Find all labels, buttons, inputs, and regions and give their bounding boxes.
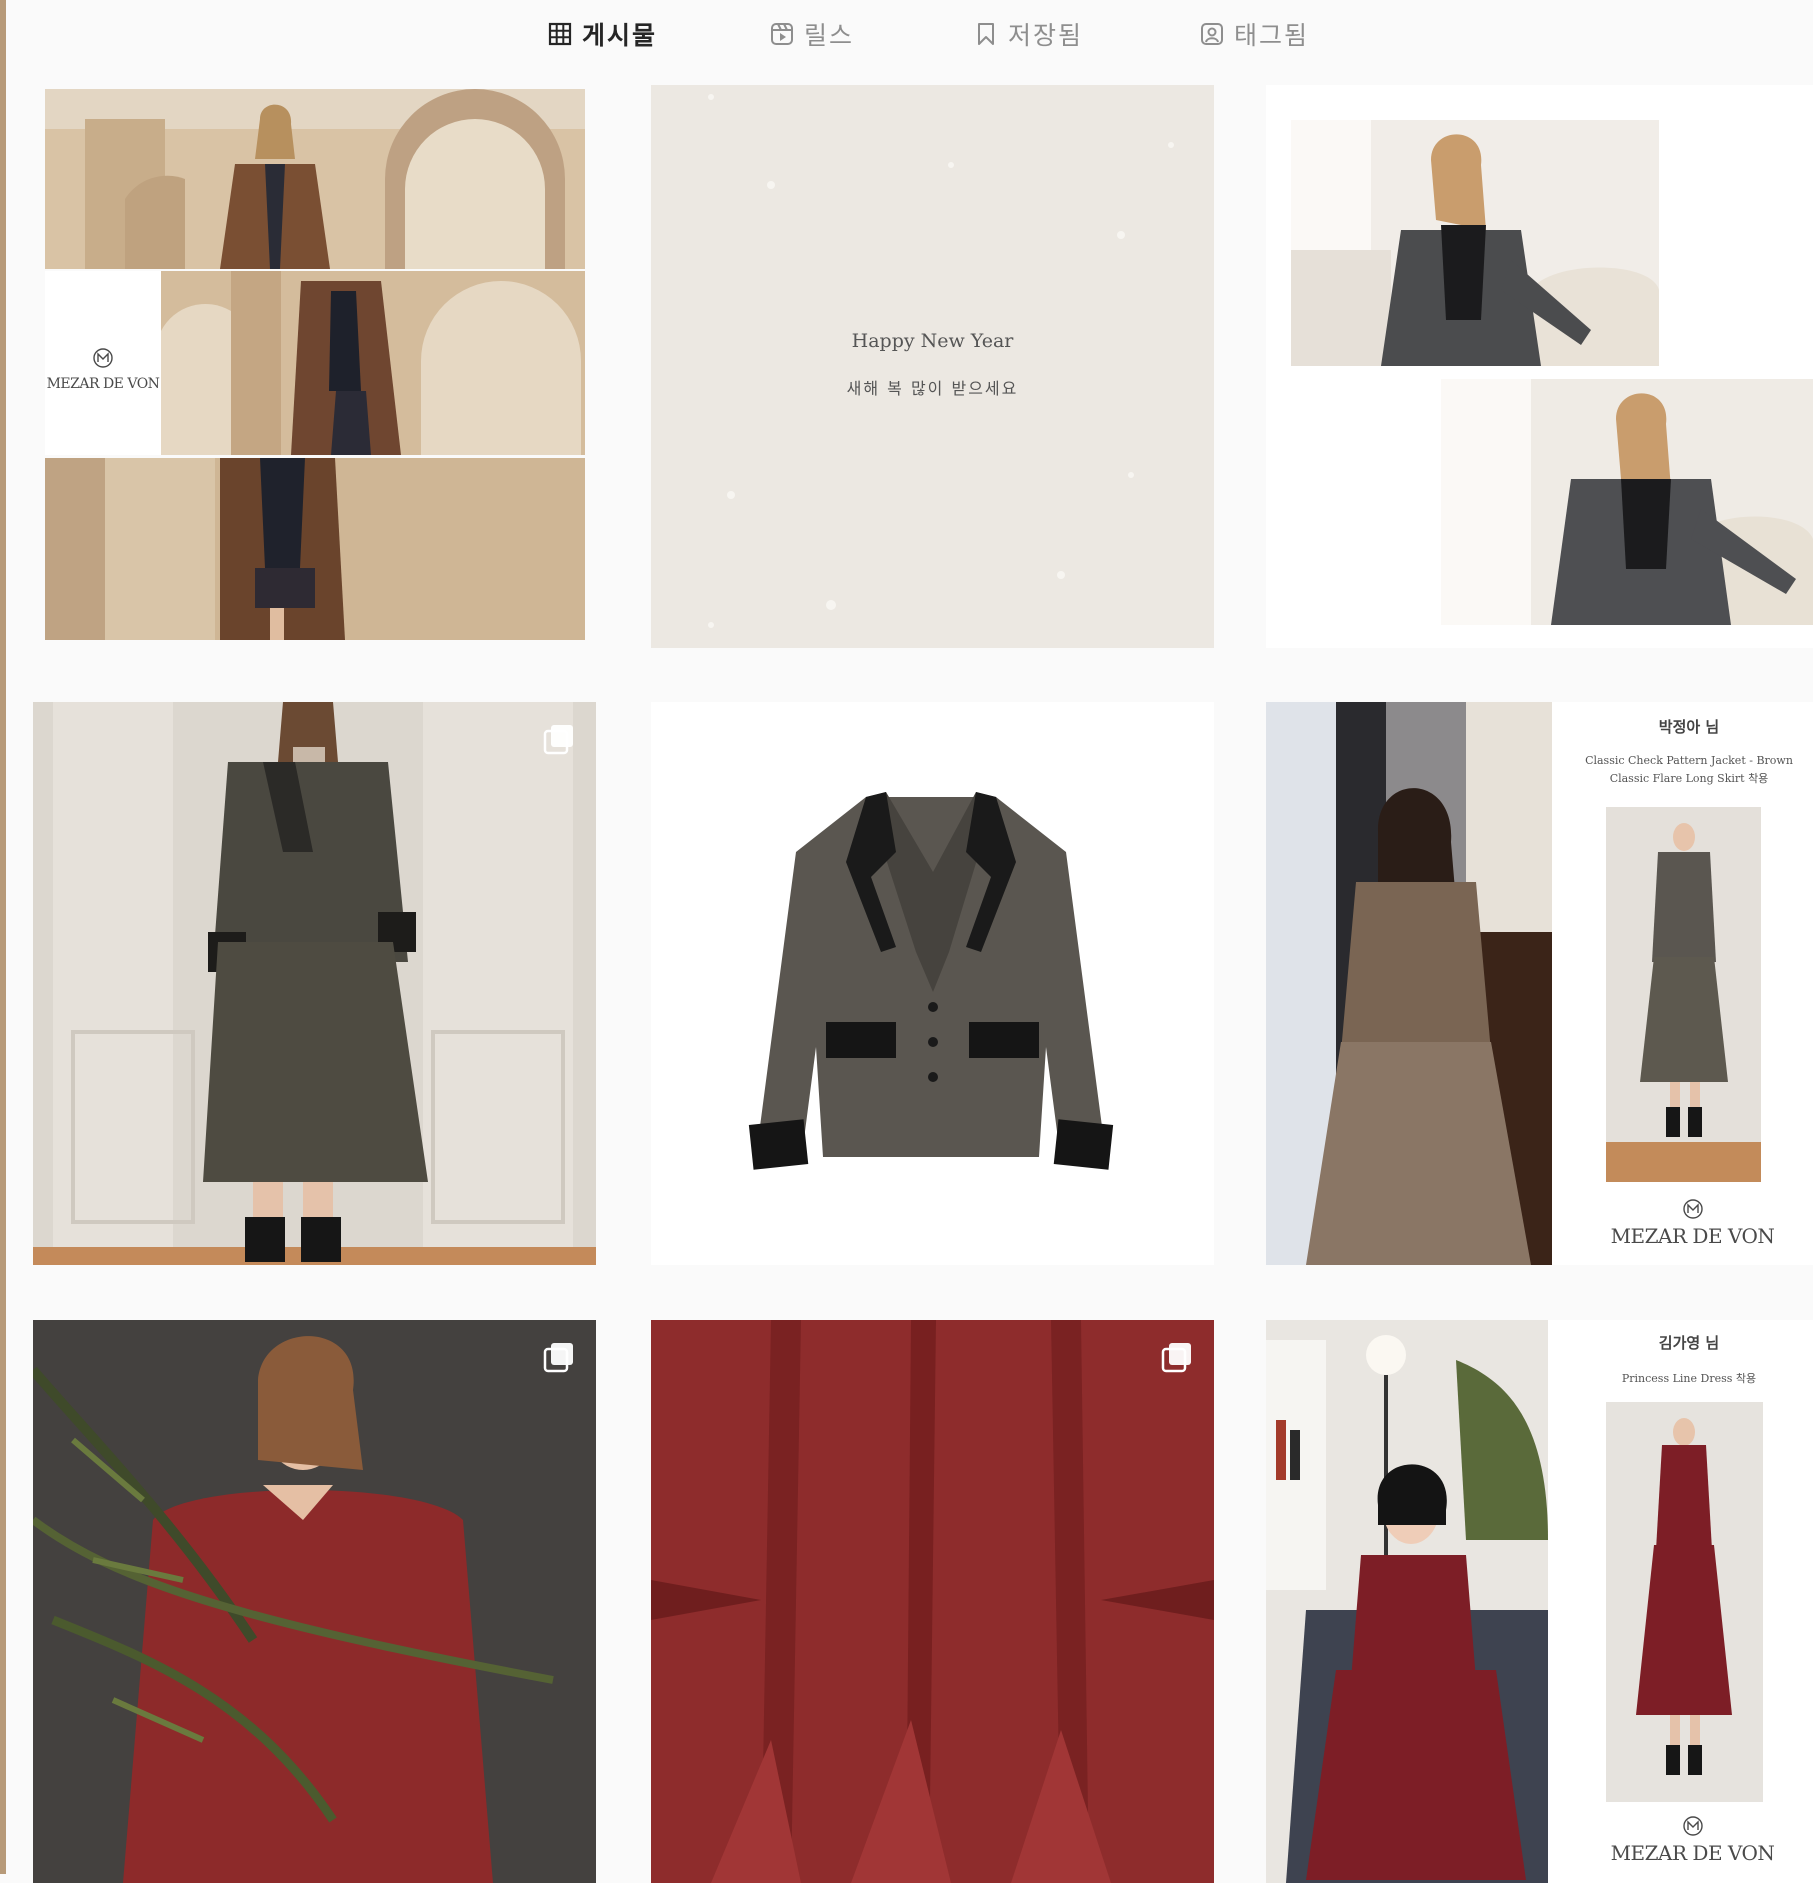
post-4-photo	[33, 702, 596, 1265]
post-2-title: Happy New Year	[851, 330, 1014, 352]
left-window-edge	[0, 0, 6, 1874]
post-tile-4[interactable]	[33, 702, 596, 1265]
brand-seal-icon	[93, 348, 113, 368]
tab-saved[interactable]: 저장됨	[974, 14, 1083, 54]
post-1-photo-bottom	[45, 458, 585, 640]
brand-seal-icon	[1682, 1199, 1703, 1219]
post-3-photo-bottom	[1441, 379, 1813, 625]
profile-tabs: 게시물 릴스 저장됨 태그됨	[0, 0, 1813, 70]
post-tile-3[interactable]	[1266, 85, 1813, 648]
post-1-photo-top	[45, 89, 585, 269]
tab-posts[interactable]: 게시물	[548, 14, 657, 54]
carousel-icon	[543, 1343, 573, 1373]
tab-tagged[interactable]: 태그됨	[1200, 14, 1309, 54]
tab-reels[interactable]: 릴스	[770, 14, 854, 54]
tab-tagged-label: 태그됨	[1234, 21, 1310, 50]
grid-icon	[548, 22, 572, 46]
post-1-brand-mark: MEZAR DE VON	[45, 347, 161, 392]
tagged-person-icon	[1201, 23, 1223, 45]
post-6-brand-name: MEZAR DE VON	[1610, 1224, 1775, 1248]
tab-reels-label: 릴스	[804, 21, 855, 50]
post-6-brand-mark: MEZAR DE VON	[1556, 1198, 1813, 1248]
post-tile-8[interactable]	[651, 1320, 1214, 1883]
post-2-subtitle: 새해 복 많이 받으세요	[846, 379, 1019, 398]
carousel-icon	[1161, 1343, 1191, 1373]
carousel-icon	[543, 725, 573, 755]
post-9-photo	[1266, 1320, 1813, 1883]
post-9-desc-line-1: Princess Line Dress 착용	[1621, 1372, 1757, 1385]
post-9-brand-mark: MEZAR DE VON	[1556, 1815, 1813, 1865]
post-9-brand-name: MEZAR DE VON	[1610, 1841, 1775, 1865]
post-6-desc-line-2: Classic Flare Long Skirt 착용	[1609, 772, 1769, 785]
post-tile-7[interactable]	[33, 1320, 596, 1883]
post-2-background	[651, 85, 1214, 648]
post-1-brand-name: MEZAR DE VON	[46, 376, 160, 392]
post-1-photo-middle	[161, 271, 585, 455]
post-6-customer-name: 박정아 님	[1658, 718, 1720, 736]
tab-saved-label: 저장됨	[1008, 21, 1084, 50]
reels-icon	[771, 23, 793, 45]
tab-posts-label: 게시물	[582, 21, 658, 50]
post-tile-1[interactable]: MEZAR DE VON	[33, 85, 596, 648]
post-tile-6[interactable]: 박정아 님 Classic Check Pattern Jacket - Bro…	[1266, 702, 1813, 1265]
post-tile-5[interactable]	[651, 702, 1214, 1265]
post-tile-9[interactable]: 김가영 님 Princess Line Dress 착용 MEZAR DE VO…	[1266, 1320, 1813, 1883]
post-tile-2[interactable]: Happy New Year 새해 복 많이 받으세요	[651, 85, 1214, 648]
post-7-photo	[33, 1320, 596, 1883]
post-5-jacket-photo	[651, 702, 1214, 1265]
post-9-customer-name: 김가영 님	[1658, 1334, 1720, 1352]
post-3-photo-top	[1291, 120, 1659, 366]
bookmark-icon	[978, 23, 994, 45]
post-8-photo	[651, 1320, 1214, 1883]
post-6-desc-line-1: Classic Check Pattern Jacket - Brown	[1585, 754, 1793, 767]
brand-seal-icon	[1682, 1816, 1703, 1836]
